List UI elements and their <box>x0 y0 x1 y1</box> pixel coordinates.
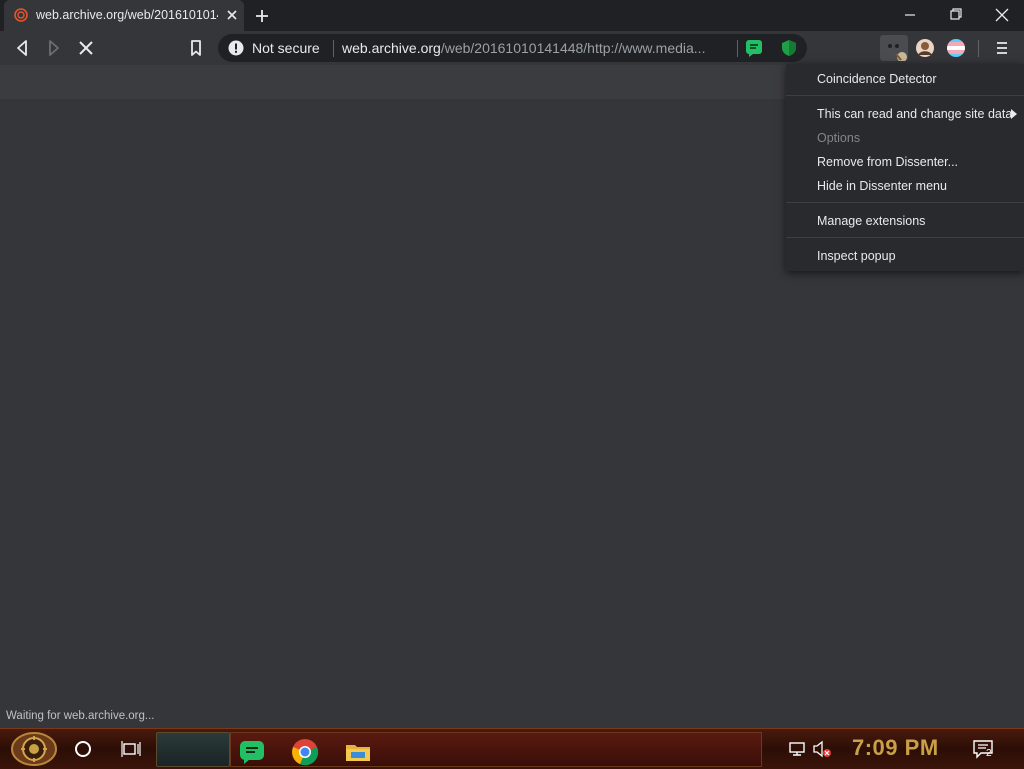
minimize-icon[interactable] <box>890 4 930 26</box>
dissenter-comment-icon[interactable] <box>745 39 763 57</box>
url-host: web.archive.org <box>342 40 441 56</box>
close-icon[interactable] <box>224 7 240 23</box>
cortana-circle-icon[interactable] <box>72 738 94 760</box>
address-bar[interactable]: Not secure web.archive.org/web/201610101… <box>218 34 807 62</box>
menu-separator <box>786 95 1024 96</box>
status-bubble: Waiting for web.archive.org... <box>0 707 161 725</box>
clock[interactable]: 7:09 PM <box>852 735 939 761</box>
bookmark-icon[interactable] <box>184 36 208 60</box>
extension-icon[interactable] <box>880 35 908 61</box>
volume-muted-icon[interactable] <box>812 740 832 758</box>
chevron-right-icon <box>1011 109 1017 119</box>
avatar-icon[interactable] <box>915 38 935 58</box>
file-explorer-icon[interactable] <box>345 740 371 764</box>
archive-favicon-icon <box>14 8 28 22</box>
url-path: /web/20161010141448/http://www.media... <box>440 40 706 56</box>
task-view-icon[interactable] <box>120 738 142 760</box>
start-gear-icon[interactable] <box>8 731 60 767</box>
flag-icon[interactable] <box>946 38 966 58</box>
menu-item-options: Options <box>817 131 861 145</box>
extension-context-menu: Coincidence Detector This can read and c… <box>786 64 1024 271</box>
notification-count-badge: 2 <box>986 748 992 759</box>
menu-item-inspect-popup[interactable]: Inspect popup <box>817 249 896 263</box>
stop-loading-icon[interactable] <box>74 36 98 60</box>
menu-item-manage-extensions[interactable]: Manage extensions <box>817 214 925 228</box>
window-close-icon[interactable] <box>982 4 1022 26</box>
tab-strip: web.archive.org/web/20161010141448/http:… <box>0 0 1024 31</box>
browser-tab[interactable]: web.archive.org/web/20161010141448/http:… <box>4 0 244 31</box>
menu-icon[interactable] <box>992 38 1012 58</box>
taskbar-apps-area <box>230 732 762 767</box>
menu-item-remove[interactable]: Remove from Dissenter... <box>817 155 958 169</box>
new-tab-plus-icon[interactable] <box>252 6 272 26</box>
menu-separator <box>786 202 1024 203</box>
dissenter-comment-icon[interactable] <box>239 740 265 764</box>
chrome-icon[interactable] <box>291 738 319 766</box>
menu-item-site-data[interactable]: This can read and change site data <box>817 107 1012 121</box>
menu-separator <box>786 237 1024 238</box>
url-text[interactable]: web.archive.org/web/20161010141448/http:… <box>342 40 730 56</box>
menu-item-coincidence-detector[interactable]: Coincidence Detector <box>817 72 937 86</box>
tab-title: web.archive.org/web/20161010141448/http:… <box>36 8 218 22</box>
taskbar-slot <box>156 732 230 767</box>
taskbar: 7:09 PM 2 <box>0 728 1024 769</box>
network-icon[interactable] <box>788 740 806 758</box>
omnibox-divider <box>333 40 334 57</box>
restore-icon[interactable] <box>936 4 976 26</box>
warning-icon[interactable] <box>228 40 244 56</box>
back-icon[interactable] <box>10 36 34 60</box>
toolbar-divider <box>978 40 979 57</box>
security-status[interactable]: Not secure <box>252 40 320 56</box>
omnibox-divider <box>737 40 738 57</box>
forward-icon[interactable] <box>42 36 66 60</box>
browser-toolbar: Not secure web.archive.org/web/201610101… <box>0 31 1024 65</box>
shield-icon[interactable] <box>780 39 798 57</box>
menu-item-hide[interactable]: Hide in Dissenter menu <box>817 179 947 193</box>
